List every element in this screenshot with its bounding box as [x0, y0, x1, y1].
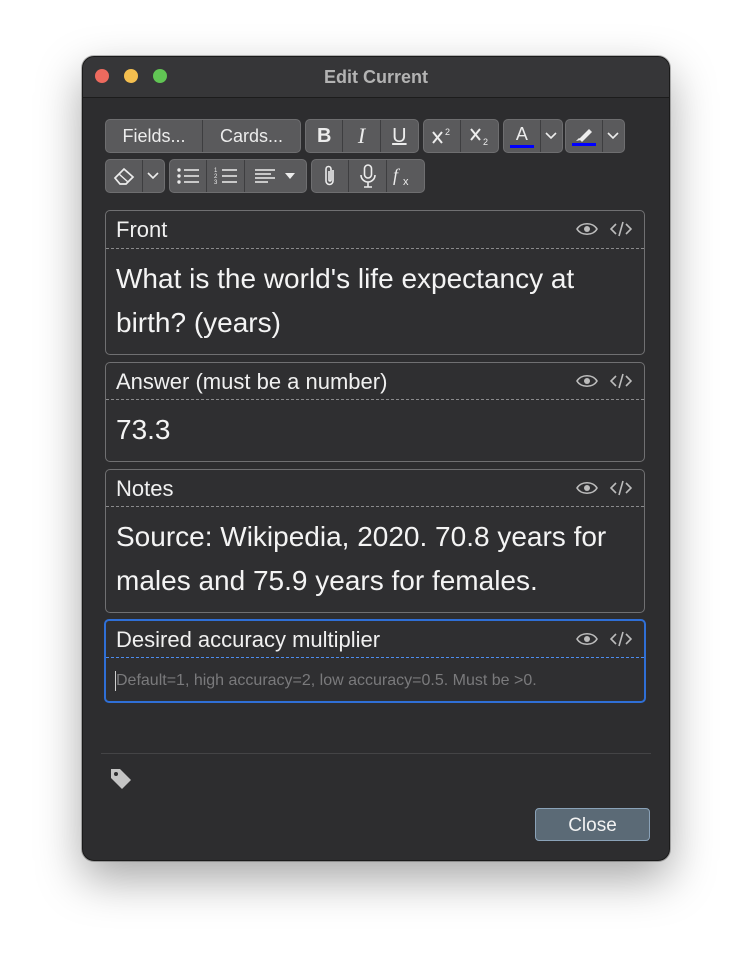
script-group: 2 2: [423, 119, 499, 153]
close-button[interactable]: Close: [535, 808, 650, 841]
media-group: fx: [311, 159, 425, 193]
highlight-group: [565, 119, 625, 153]
html-editor-icon[interactable]: [609, 372, 633, 390]
svg-text:2: 2: [445, 127, 450, 137]
tag-icon[interactable]: [109, 767, 133, 791]
field-answer-editor[interactable]: 73.3: [116, 408, 634, 452]
cards-button[interactable]: Cards...: [203, 120, 300, 152]
field-divider: [106, 399, 644, 400]
record-audio-button[interactable]: [349, 160, 387, 192]
clear-format-dropdown[interactable]: [143, 160, 164, 192]
attach-button[interactable]: [312, 160, 350, 192]
field-accuracy-editor[interactable]: Default=1, high accuracy=2, low accuracy…: [116, 672, 537, 690]
field-answer-label: Answer (must be a number): [116, 369, 388, 394]
math-formula-icon: fx: [393, 165, 409, 187]
eye-icon[interactable]: [576, 479, 598, 497]
ordered-list-icon: 123: [214, 168, 237, 185]
underline-button[interactable]: U: [381, 120, 418, 152]
bold-icon: B: [316, 124, 332, 147]
svg-text:3: 3: [214, 180, 218, 185]
italic-button[interactable]: I: [343, 120, 381, 152]
html-editor-icon[interactable]: [609, 630, 633, 648]
math-button[interactable]: fx: [387, 160, 424, 192]
field-front-label: Front: [116, 217, 168, 242]
bold-button[interactable]: B: [306, 120, 344, 152]
italic-icon: I: [357, 123, 366, 148]
eraser-group: [105, 159, 165, 193]
chevron-down-icon: [545, 132, 557, 140]
superscript-button[interactable]: 2: [424, 120, 462, 152]
field-divider: [106, 248, 644, 249]
eye-icon[interactable]: [576, 372, 598, 390]
eraser-icon: [113, 167, 135, 185]
chevron-down-icon: [147, 172, 159, 180]
format-group: B I U: [305, 119, 419, 153]
superscript-icon: 2: [432, 127, 450, 144]
microphone-icon: [359, 164, 376, 188]
field-notes-label: Notes: [116, 476, 174, 501]
field-answer: Answer (must be a number) 73.3: [105, 362, 645, 462]
highlight-button[interactable]: [566, 120, 603, 152]
svg-text:x: x: [403, 176, 409, 187]
svg-text:f: f: [393, 165, 401, 185]
eye-icon[interactable]: [576, 220, 598, 238]
field-notes-editor[interactable]: Source: Wikipedia, 2020. 70.8 years for …: [116, 515, 634, 603]
ordered-list-button[interactable]: 123: [207, 160, 245, 192]
fields-button[interactable]: Fields...: [106, 120, 203, 152]
underline-icon: U: [392, 124, 407, 147]
html-editor-icon[interactable]: [609, 220, 633, 238]
text-color-swatch: [509, 144, 534, 148]
field-divider: [106, 506, 644, 507]
text-color-group: A: [503, 119, 563, 153]
text-color-dropdown[interactable]: [541, 120, 562, 152]
align-icon: [255, 169, 276, 183]
field-accuracy-label: Desired accuracy multiplier: [116, 627, 381, 652]
text-color-button[interactable]: A: [504, 120, 541, 152]
chevron-down-icon: [607, 132, 619, 140]
field-divider: [106, 657, 644, 658]
subscript-icon: 2: [469, 128, 488, 146]
subscript-button[interactable]: 2: [461, 120, 498, 152]
html-editor-icon[interactable]: [609, 479, 633, 497]
attach-icon: [325, 165, 334, 186]
svg-text:2: 2: [483, 137, 488, 146]
eye-icon[interactable]: [576, 630, 598, 648]
caret-down-icon: [285, 173, 296, 179]
tags-separator: [101, 753, 651, 754]
field-notes: Notes Source: Wikipedia, 2020. 70.8 year…: [105, 469, 645, 613]
field-accuracy-multiplier: Desired accuracy multiplier Default=1, h…: [104, 619, 646, 703]
unordered-list-button[interactable]: [170, 160, 208, 192]
highlight-color-swatch: [571, 143, 596, 146]
highlight-dropdown[interactable]: [603, 120, 624, 152]
text-color-icon: A: [515, 123, 528, 144]
title-bar: Edit Current: [83, 57, 669, 98]
fields-cards-group: Fields... Cards...: [105, 119, 301, 153]
field-front-editor[interactable]: What is the world's life expectancy at b…: [116, 257, 634, 345]
highlight-icon: [575, 129, 592, 142]
edit-current-window: Edit Current Fields... Cards... B I U 2 …: [82, 56, 670, 861]
align-dropdown-button[interactable]: [245, 160, 306, 192]
field-front: Front What is the world's life expectanc…: [105, 210, 645, 355]
list-align-group: 123: [169, 159, 307, 193]
clear-format-button[interactable]: [106, 160, 143, 192]
window-title: Edit Current: [323, 67, 428, 87]
unordered-list-icon: [177, 168, 200, 184]
